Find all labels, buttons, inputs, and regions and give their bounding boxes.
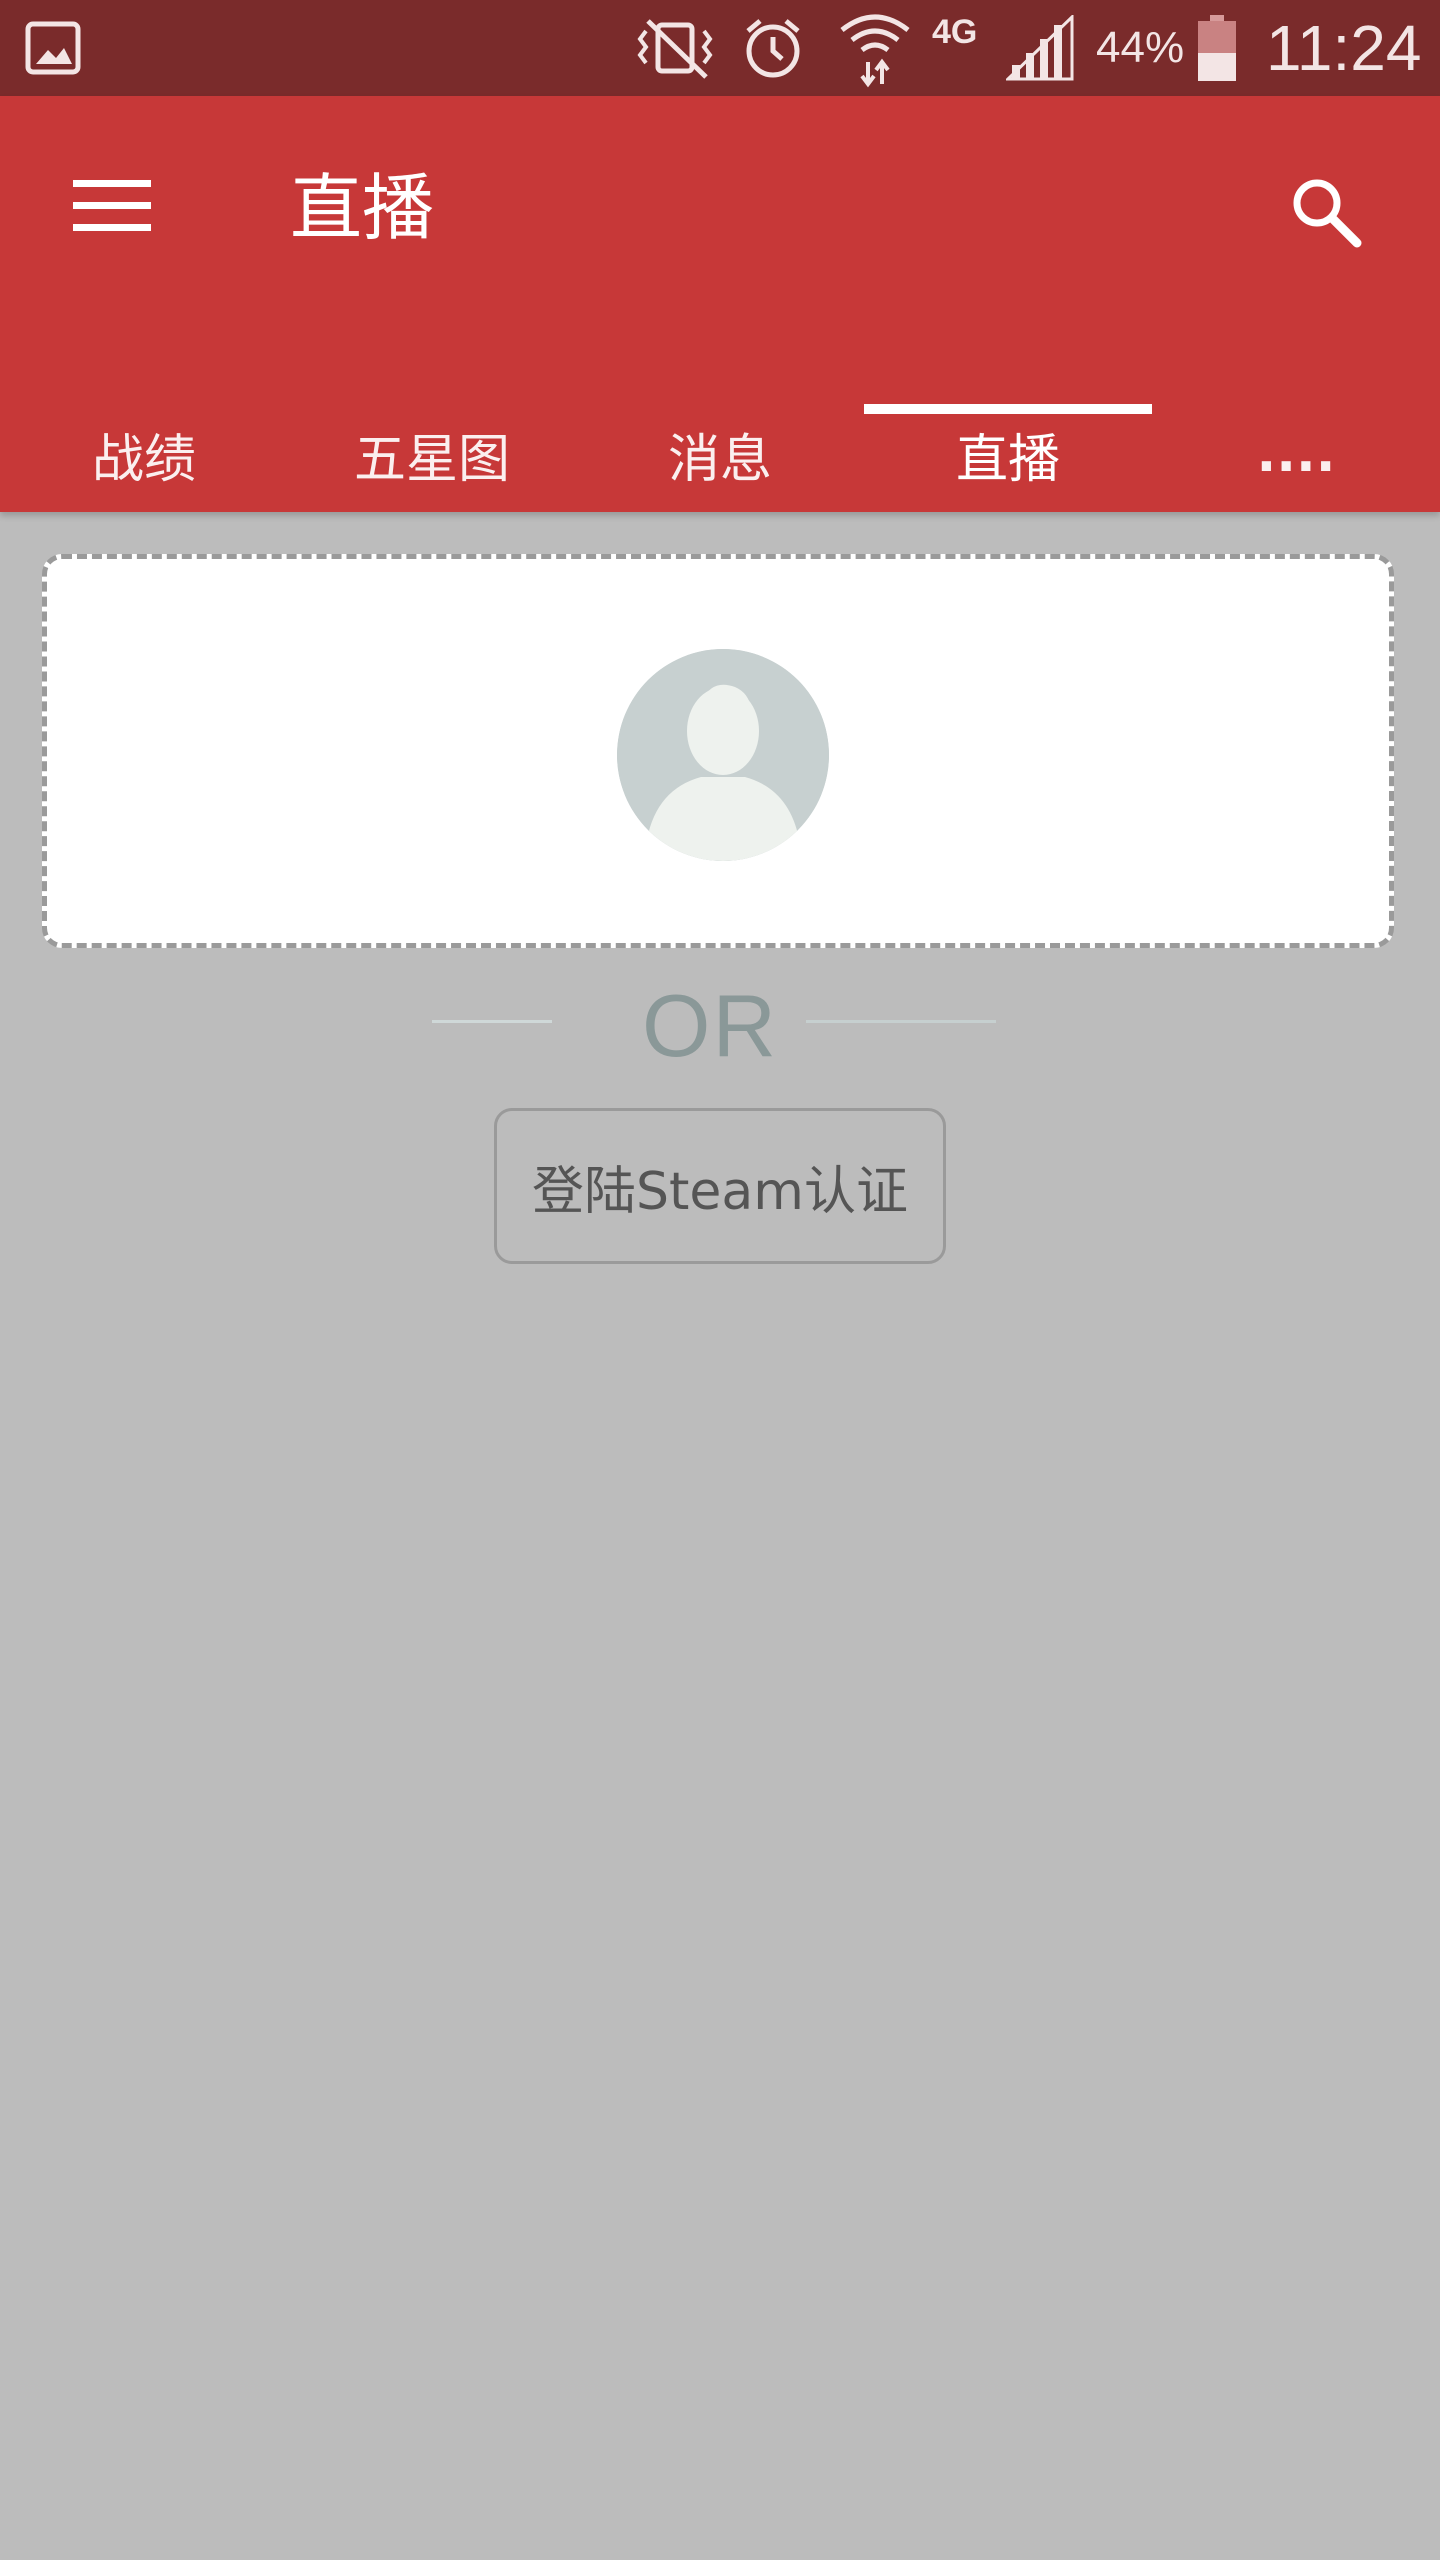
- wifi-icon: [838, 0, 912, 96]
- menu-button[interactable]: [56, 156, 168, 256]
- or-label: OR: [642, 976, 778, 1075]
- tab-messages[interactable]: 消息: [576, 396, 864, 512]
- or-divider-right: [806, 1020, 996, 1023]
- vibrate-off-icon: [628, 0, 724, 96]
- default-user-avatar-icon[interactable]: [617, 649, 829, 861]
- search-button[interactable]: [1270, 160, 1382, 264]
- tab-five-star-chart[interactable]: 五星图: [288, 396, 576, 512]
- tab-indicator: [864, 404, 1152, 414]
- or-divider-left: [432, 1020, 552, 1023]
- alarm-icon: [740, 0, 806, 96]
- tab-record[interactable]: 战绩: [0, 396, 288, 512]
- page-title: 直播: [290, 166, 435, 250]
- battery-percent: 44%: [1096, 23, 1185, 72]
- status-bar: 4G 44% 11:24: [0, 0, 1440, 96]
- tab-more[interactable]: ....: [1152, 396, 1440, 512]
- steam-login-button[interactable]: 登陆Steam认证: [494, 1108, 946, 1264]
- battery-icon: [1196, 0, 1238, 96]
- signal-icon: [1006, 0, 1074, 96]
- clock: 11:24: [1266, 12, 1422, 84]
- network-type: 4G: [932, 12, 978, 51]
- search-icon: [1293, 179, 1362, 248]
- app-bar: 直播 战绩 五星图 消息 直播 ....: [0, 96, 1440, 512]
- tab-bar: 战绩 五星图 消息 直播 ....: [0, 396, 1440, 512]
- gallery-icon: [24, 0, 84, 96]
- avatar-card[interactable]: [42, 554, 1394, 948]
- hamburger-icon: [73, 180, 151, 231]
